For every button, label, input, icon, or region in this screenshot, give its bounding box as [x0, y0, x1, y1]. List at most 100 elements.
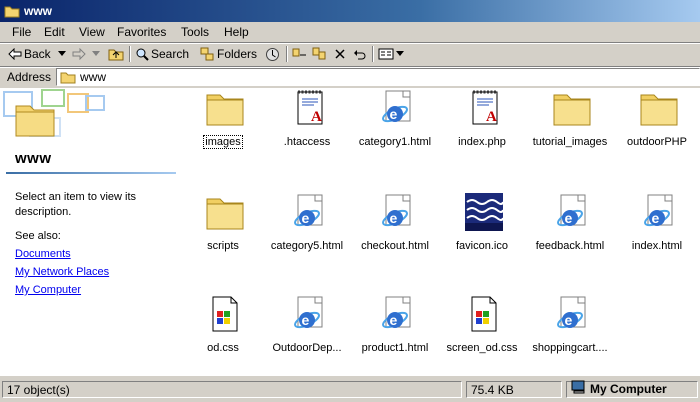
status-size: 75.4 KB	[466, 381, 562, 398]
menu-tools[interactable]: Tools	[181, 25, 209, 39]
ie-html-icon: e	[377, 88, 417, 128]
dropdown-arrow-icon	[58, 51, 66, 57]
file-label: od.css	[207, 342, 239, 354]
address-bar: Address www	[0, 67, 700, 87]
folders-button[interactable]: Folders	[200, 45, 257, 63]
title-bar[interactable]: www	[0, 0, 700, 22]
copy-to-icon	[312, 47, 328, 61]
toolbar: Back Search Folders	[0, 43, 700, 65]
svg-text:e: e	[565, 312, 573, 328]
title-rule	[6, 172, 176, 174]
up-folder-button[interactable]	[108, 45, 124, 63]
web-view-pane: www Select an item to view its descripti…	[0, 88, 178, 376]
search-icon	[135, 47, 149, 61]
address-label: Address	[7, 70, 52, 84]
forward-arrow-icon	[72, 48, 86, 60]
status-zone-label: My Computer	[590, 382, 667, 396]
folder-title: www	[15, 150, 52, 167]
history-button[interactable]	[265, 45, 280, 63]
file-label: favicon.ico	[456, 240, 508, 252]
up-folder-icon	[108, 47, 124, 61]
file-item[interactable]: favicon.ico	[437, 192, 527, 266]
status-object-count: 17 object(s)	[2, 381, 462, 398]
forward-button[interactable]	[72, 45, 86, 63]
file-label: images	[203, 135, 243, 149]
forward-dropdown[interactable]	[92, 45, 100, 63]
menu-help[interactable]: Help	[224, 25, 249, 39]
back-arrow-icon	[8, 48, 22, 60]
copy-to-button[interactable]	[312, 45, 328, 63]
svg-text:e: e	[390, 210, 398, 226]
file-item[interactable]: e product1.html	[350, 294, 440, 368]
file-item[interactable]: scripts	[178, 192, 268, 266]
move-to-icon	[291, 47, 307, 61]
views-icon	[378, 48, 394, 60]
file-item[interactable]: e shoppingcart....	[525, 294, 615, 368]
file-item[interactable]: e category1.html	[350, 88, 440, 162]
folder-icon	[205, 88, 245, 128]
file-label: product1.html	[361, 342, 429, 354]
svg-text:A: A	[486, 109, 497, 125]
search-label: Search	[151, 47, 190, 61]
views-button[interactable]	[378, 45, 404, 63]
file-item[interactable]: screen_od.css	[437, 294, 527, 368]
my-network-places-link[interactable]: My Network Places	[15, 266, 109, 278]
file-item[interactable]: od.css	[178, 294, 268, 368]
undo-button[interactable]	[353, 45, 367, 63]
dropdown-arrow-icon	[92, 51, 100, 57]
documents-link[interactable]: Documents	[15, 248, 71, 260]
ie-html-icon: e	[377, 294, 417, 334]
back-dropdown[interactable]	[58, 45, 66, 63]
ie-html-icon: e	[552, 294, 592, 334]
file-label: tutorial_images	[532, 136, 608, 148]
folder-icon	[552, 88, 592, 128]
file-item[interactable]: e feedback.html	[525, 192, 615, 266]
file-item[interactable]: e checkout.html	[350, 192, 440, 266]
delete-x-icon	[334, 48, 346, 60]
folders-icon	[200, 47, 215, 61]
file-item[interactable]: tutorial_images	[525, 88, 615, 162]
description-text: Select an item to view its description.	[15, 191, 137, 218]
delete-button[interactable]	[334, 45, 346, 63]
back-label: Back	[24, 47, 51, 61]
file-label: outdoorPHP	[627, 136, 687, 148]
menu-view[interactable]: View	[79, 25, 105, 39]
toolbar-separator	[286, 46, 288, 62]
menu-favorites[interactable]: Favorites	[117, 25, 166, 39]
svg-text:e: e	[652, 210, 660, 226]
history-icon	[265, 47, 280, 62]
file-label: OutdoorDep...	[272, 342, 342, 354]
move-to-button[interactable]	[291, 45, 307, 63]
window-title: www	[24, 4, 53, 18]
search-button[interactable]: Search	[135, 45, 189, 63]
folder-icon	[4, 4, 20, 21]
file-item[interactable]: outdoorPHP	[612, 88, 700, 162]
file-label: category5.html	[270, 240, 344, 252]
file-label: index.html	[631, 240, 683, 252]
file-item[interactable]: e index.html	[612, 192, 700, 266]
svg-text:A: A	[311, 109, 322, 125]
menu-bar: File Edit View Favorites Tools Help	[0, 22, 700, 42]
menu-file[interactable]: File	[12, 25, 31, 39]
menu-edit[interactable]: Edit	[44, 25, 65, 39]
folders-label: Folders	[217, 47, 258, 61]
svg-text:e: e	[565, 210, 573, 226]
address-field[interactable]: www	[56, 68, 700, 86]
file-label: checkout.html	[361, 240, 429, 252]
file-item[interactable]: e OutdoorDep...	[262, 294, 352, 368]
file-item[interactable]: A .htaccess	[262, 88, 352, 162]
ie-html-icon: e	[289, 192, 329, 232]
ie-html-icon: e	[377, 192, 417, 232]
folder-icon	[60, 72, 76, 83]
svg-text:e: e	[390, 106, 398, 122]
file-label: shoppingcart....	[532, 342, 608, 354]
back-button[interactable]: Back	[8, 45, 51, 63]
my-computer-link[interactable]: My Computer	[15, 284, 81, 296]
folder-icon	[639, 88, 679, 128]
file-item[interactable]: e category5.html	[262, 192, 352, 266]
file-item[interactable]: images	[178, 88, 268, 162]
svg-text:e: e	[302, 312, 310, 328]
text-document-icon: A	[464, 88, 504, 128]
file-item[interactable]: Aindex.php	[437, 88, 527, 162]
dropdown-arrow-icon	[396, 51, 404, 57]
